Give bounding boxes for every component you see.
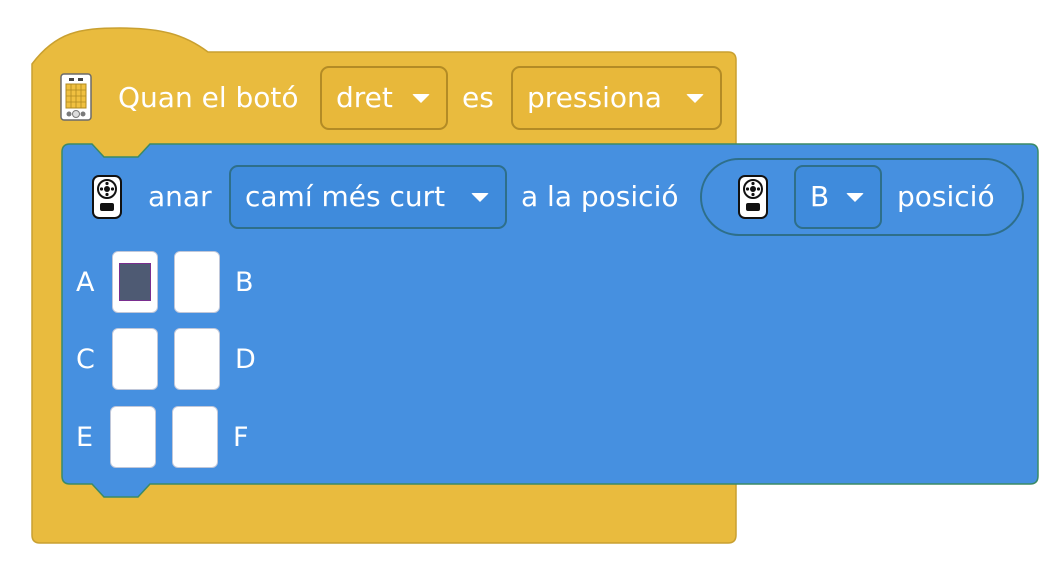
scratch-canvas: Quan el botó dret es pressiona anar camí… [0, 0, 1054, 572]
grid-label-d: D [235, 344, 256, 375]
grid-label-b: B [235, 267, 254, 298]
controller-board-icon [60, 73, 92, 121]
chevron-down-icon [846, 192, 864, 202]
grid-cell-d[interactable] [174, 328, 220, 390]
state-dropdown[interactable]: pressiona [511, 66, 722, 130]
grid-label-a: A [76, 267, 95, 298]
path-dropdown-value: camí més curt [245, 180, 446, 213]
move-label-mid: a la posició [521, 180, 679, 213]
grid-cell-a-selected [119, 263, 151, 301]
grid-cell-a[interactable] [112, 251, 158, 313]
robot-icon [92, 175, 122, 219]
robot-icon [738, 175, 768, 219]
button-dropdown-value: dret [336, 81, 393, 114]
grid-label-e: E [76, 422, 94, 453]
grid-label-f: F [233, 422, 249, 453]
chevron-down-icon [686, 93, 704, 103]
grid-cell-b[interactable] [174, 251, 220, 313]
grid-cell-f[interactable] [172, 406, 218, 468]
chevron-down-icon [471, 192, 489, 202]
grid-cell-c[interactable] [112, 328, 158, 390]
button-dropdown[interactable]: dret [320, 66, 448, 130]
path-dropdown[interactable]: camí més curt [229, 165, 507, 229]
grid-label-c: C [76, 344, 95, 375]
hat-label-start: Quan el botó [118, 81, 299, 114]
hat-label-mid: es [462, 81, 494, 114]
position-dropdown[interactable]: B [794, 165, 882, 229]
position-reporter-label: posició [897, 180, 995, 213]
chevron-down-icon [412, 93, 430, 103]
grid-cell-e[interactable] [110, 406, 156, 468]
position-dropdown-value: B [810, 180, 830, 213]
state-dropdown-value: pressiona [527, 81, 662, 114]
move-label-start: anar [148, 180, 212, 213]
